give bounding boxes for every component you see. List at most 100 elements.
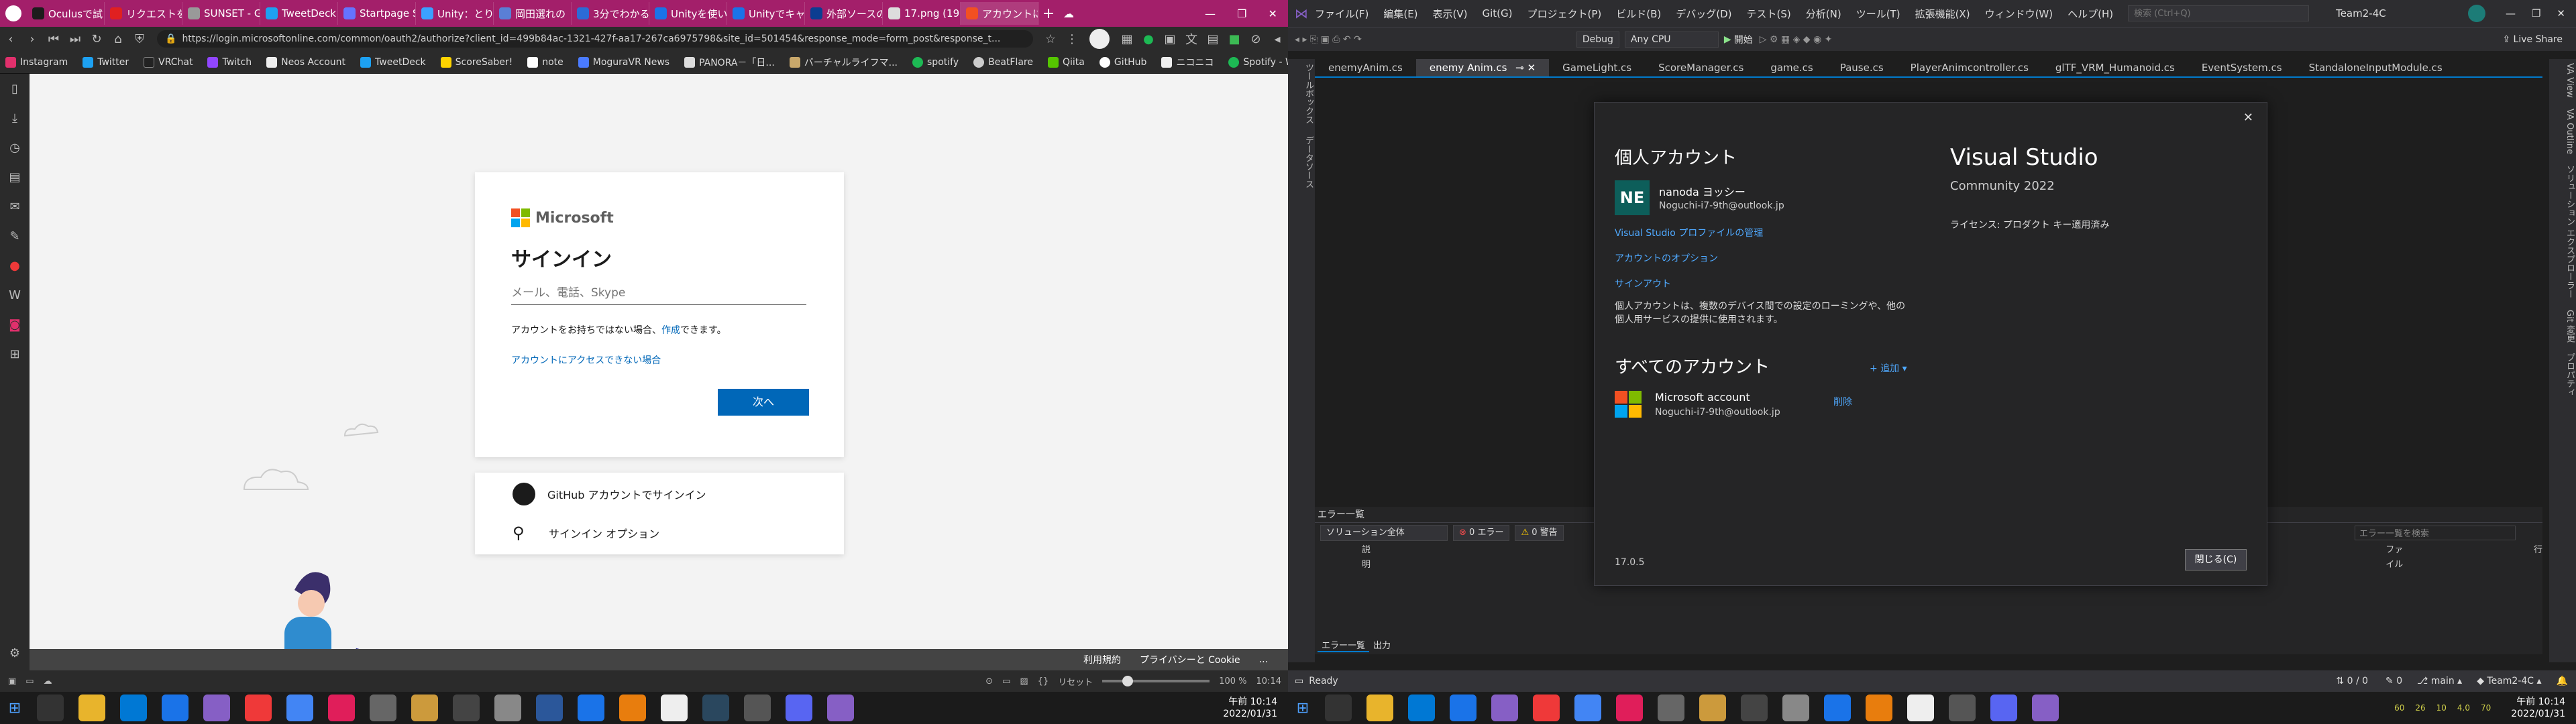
bookmark-item[interactable]: GitHub [1099,56,1146,68]
more-options-button[interactable]: ... [1259,654,1268,665]
git-changes-tab[interactable]: Git 変更 [2565,310,2575,343]
menu-edit[interactable]: 編集(E) [1383,7,1417,21]
doc-tab[interactable]: GameLight.cs [1549,59,1645,76]
bookmark-item[interactable]: Qiita [1047,56,1085,68]
close-icon[interactable]: ✕ [1269,7,1277,20]
menu-help[interactable]: ヘルプ(H) [2068,7,2113,21]
cloud-sync-icon[interactable]: ☁ [44,676,52,686]
menu-project[interactable]: プロジェクト(P) [1527,7,1602,21]
slack-icon[interactable] [328,695,355,721]
bookmark-item[interactable]: spotify [912,56,959,68]
bookmark-item[interactable]: TweetDeck [360,56,426,68]
bookmark-item[interactable]: PANORA－「日... [684,56,775,69]
dialog-close-icon[interactable]: ✕ [2243,111,2253,125]
browser-tab[interactable]: 岡田選れの [494,2,572,25]
col-description[interactable]: 説明 [1362,543,1372,570]
privacy-link[interactable]: プライバシーと Cookie [1140,653,1240,666]
shield-icon[interactable]: ⛨ [129,32,150,46]
next-button[interactable]: 次へ [718,389,809,416]
slack-icon[interactable] [1616,695,1643,721]
translate-icon[interactable]: 文 [1181,30,1202,48]
toolbar-more[interactable]: ▷ ⚙ ▦ ◈ ◆ ◉ ✦ [1760,34,1833,45]
blender-icon[interactable] [1866,695,1892,721]
bookmark-item[interactable]: ScoreSaber! [440,56,513,68]
folder-icon[interactable] [1699,695,1726,721]
remove-account-link[interactable]: 削除 [1833,395,1852,408]
tile-tabs-icon[interactable]: ▭ [1002,676,1010,686]
vs-close-icon[interactable]: ✕ [2557,7,2565,19]
rewind-icon[interactable]: ⏮ [43,32,64,46]
tile-icon[interactable]: ▭ [25,676,34,686]
zoom-slider[interactable] [1102,676,1210,686]
doc-tab[interactable]: game.cs [1757,59,1826,76]
vivaldi-taskbar-icon[interactable] [245,695,272,721]
system-tray[interactable]: 60 26 10 4.0 70 [2394,703,2491,713]
minimize-icon[interactable]: — [1205,7,1216,20]
discord-icon[interactable] [786,695,812,721]
vs-search-input[interactable] [2128,5,2310,21]
bookmark-item[interactable]: Twitter [83,56,129,68]
signin-options-item[interactable]: ⚲ サインイン オプション [513,520,659,546]
unity-icon[interactable] [661,695,688,721]
bookmark-item[interactable]: VRChat [144,56,193,68]
menu-view[interactable]: 表示(V) [1433,7,1468,21]
vivaldi-logo-icon[interactable] [0,0,27,27]
taskbar-clock[interactable]: 午前 10:14 2022/01/31 [2511,696,2576,720]
store-icon[interactable] [1408,695,1435,721]
browser-tab[interactable]: Unityを使い [649,2,727,25]
vivaldi-panel-icon[interactable]: ● [0,251,30,280]
extensions-icon[interactable]: ⋮ [1061,32,1083,46]
terminal-icon[interactable] [744,695,771,721]
blender-icon[interactable] [619,695,646,721]
mail-taskbar-icon[interactable] [1450,695,1477,721]
menu-debug[interactable]: デバッグ(D) [1676,7,1731,21]
reload-icon[interactable]: ↻ [86,32,107,46]
task-view-icon[interactable] [37,695,64,721]
browser-tab[interactable]: Unityでキャ [727,2,805,25]
bookmarks-panel-icon[interactable]: ▯ [0,74,30,103]
menu-git[interactable]: Git(G) [1483,7,1513,19]
changes-indicator[interactable]: ✎ 0 [2385,676,2402,686]
va-view-tab[interactable]: VA View [2565,63,2575,98]
fast-forward-icon[interactable]: ⏭ [64,32,86,46]
home-icon[interactable]: ⌂ [107,32,129,46]
app-icon[interactable] [370,695,396,721]
taskbar-clock[interactable]: 午前 10:14 2022/01/31 [1223,696,1288,720]
browser-tab[interactable]: 3分でわかる [572,2,649,25]
browser-tab[interactable]: Startpage S [338,2,416,25]
forward-icon[interactable]: › [21,32,43,46]
cloud-icon[interactable]: ☁ [1059,7,1079,20]
download-icon[interactable]: ⤓ [0,103,30,133]
folder-icon[interactable] [411,695,438,721]
add-account-button[interactable]: + 追加 ▾ [1870,361,1907,375]
qr-icon[interactable]: ▦ [1116,32,1138,46]
code-icon[interactable]: {} [1038,676,1049,686]
windows-start-icon[interactable]: ⊞ [0,700,30,717]
doc-tab[interactable]: PlayerAnimcontroller.cs [1897,59,2042,76]
add-panel-icon[interactable]: ⊞ [0,339,30,369]
extension-icon[interactable]: ▣ [1159,32,1181,46]
va-outline-tab[interactable]: VA Outline [2565,109,2575,154]
close-dialog-button[interactable]: 閉じる(C) [2185,549,2247,570]
image-icon[interactable]: ▨ [1020,676,1028,686]
unity-icon[interactable] [1907,695,1934,721]
wikipedia-icon[interactable]: W [0,280,30,310]
email-input[interactable] [511,281,806,305]
steam-icon[interactable] [702,695,729,721]
account-options-link[interactable]: アカウントのオプション [1615,251,1718,265]
store-icon[interactable] [120,695,147,721]
menu-analyze[interactable]: 分析(N) [1806,7,1841,21]
col-line[interactable]: 行 [2534,543,2542,558]
error-search-input[interactable]: エラー一覧を検索 [2355,526,2516,540]
pin-icon[interactable]: ⊸ [1515,62,1524,74]
maximize-icon[interactable]: ❐ [1237,7,1246,20]
vs-minimize-icon[interactable]: — [2506,7,2516,19]
position-indicator[interactable]: ⇅ 0 / 0 [2336,676,2368,686]
bookmark-item[interactable]: BeatFlare [973,56,1033,68]
maps-icon[interactable] [578,695,604,721]
browser-tab[interactable]: Oculusで試 [27,2,105,25]
doc-tab[interactable]: ScoreManager.cs [1645,59,1757,76]
chrome-icon[interactable] [1574,695,1601,721]
mail-icon[interactable]: ✉ [0,192,30,221]
browser-tab[interactable]: Unity：とりあ [416,2,494,25]
